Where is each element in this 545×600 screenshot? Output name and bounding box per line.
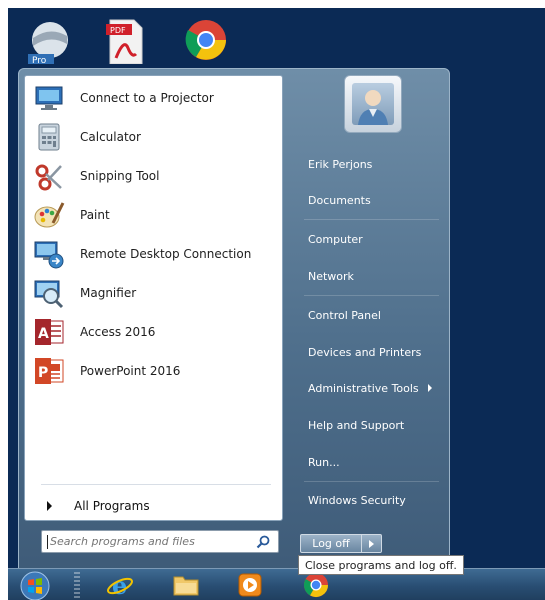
search-icon[interactable] [256, 535, 270, 549]
program-label: Magnifier [80, 286, 137, 300]
chrome-desktop-icon[interactable] [184, 18, 228, 64]
program-label: PowerPoint 2016 [80, 364, 181, 378]
program-access-2016[interactable]: A Access 2016 [29, 314, 277, 350]
svg-text:A: A [38, 326, 49, 342]
windows-security-label: Windows Security [308, 493, 406, 507]
search-input[interactable] [50, 535, 240, 548]
svg-text:e: e [112, 572, 127, 598]
all-programs-divider [41, 484, 271, 485]
start-button[interactable] [20, 571, 50, 600]
program-label: Connect to a Projector [80, 91, 214, 105]
scissors-icon [33, 160, 65, 192]
control-panel-link[interactable]: Control Panel [300, 302, 446, 328]
program-powerpoint-2016[interactable]: P PowerPoint 2016 [29, 353, 277, 389]
right-divider [304, 295, 439, 296]
chrome-taskbar-button[interactable] [300, 571, 332, 599]
chevron-right-icon [369, 539, 374, 548]
right-divider [304, 219, 439, 220]
avatar [352, 83, 394, 125]
computer-label: Computer [308, 232, 363, 246]
powerpoint-icon: P [33, 355, 65, 387]
programs-pane: Connect to a Projector Calculator Snippi… [24, 75, 283, 521]
screen: Pro PDF Connect to a Projector Calculato… [0, 0, 545, 600]
tooltip-text: Close programs and log off. [305, 558, 457, 572]
folder-icon [173, 576, 199, 596]
network-link[interactable]: Network [300, 263, 446, 289]
program-remote-desktop[interactable]: Remote Desktop Connection [29, 236, 277, 272]
access-icon: A [33, 316, 65, 348]
run-label: Run... [308, 455, 340, 469]
program-connect-projector[interactable]: Connect to a Projector [29, 80, 277, 116]
log-off-tooltip: Close programs and log off. [298, 555, 464, 575]
chevron-right-icon [427, 384, 432, 392]
program-label: Snipping Tool [80, 169, 160, 183]
right-divider [304, 481, 439, 482]
pdf-label: PDF [110, 26, 126, 35]
magnifier-icon [33, 277, 65, 309]
chrome-icon [303, 573, 328, 598]
program-snipping-tool[interactable]: Snipping Tool [29, 158, 277, 194]
all-programs-label: All Programs [74, 499, 150, 513]
internet-explorer-icon: e [107, 572, 133, 598]
program-label: Calculator [80, 130, 141, 144]
program-calculator[interactable]: Calculator [29, 119, 277, 155]
remote-desktop-icon [33, 238, 65, 270]
windows-logo-icon [20, 571, 50, 600]
program-label: Remote Desktop Connection [80, 247, 252, 261]
file-explorer-button[interactable] [170, 571, 202, 599]
user-name-link[interactable]: Erik Perjons [300, 151, 446, 177]
media-player-button[interactable] [234, 571, 266, 599]
administrative-tools-label: Administrative Tools [308, 381, 419, 395]
text-cursor [47, 534, 48, 549]
devices-printers-label: Devices and Printers [308, 345, 422, 359]
triangle-right-icon [47, 501, 52, 511]
internet-explorer-button[interactable]: e [104, 571, 136, 599]
user-silhouette-icon [358, 90, 388, 125]
documents-link[interactable]: Documents [300, 187, 446, 213]
control-panel-label: Control Panel [308, 308, 381, 322]
google-earth-pro-icon[interactable]: Pro [28, 18, 72, 66]
calculator-icon [33, 121, 65, 153]
projector-icon [33, 82, 65, 114]
user-name-label: Erik Perjons [308, 157, 373, 171]
log-off-label: Log off [312, 537, 350, 550]
desktop: Pro PDF Connect to a Projector Calculato… [8, 8, 545, 600]
help-support-label: Help and Support [308, 418, 405, 432]
log-off-group: Log off [300, 534, 382, 553]
log-off-button[interactable]: Log off [300, 534, 362, 553]
run-link[interactable]: Run... [300, 449, 446, 475]
shutdown-options-button[interactable] [362, 534, 382, 553]
start-menu: Connect to a Projector Calculator Snippi… [18, 68, 450, 576]
administrative-tools-link[interactable]: Administrative Tools [300, 375, 446, 401]
network-label: Network [308, 269, 354, 283]
all-programs-button[interactable]: All Programs [37, 494, 269, 518]
taskbar: e [8, 568, 545, 600]
program-label: Access 2016 [80, 325, 156, 339]
search-box[interactable] [41, 530, 279, 553]
program-magnifier[interactable]: Magnifier [29, 275, 277, 311]
user-picture[interactable] [344, 75, 402, 133]
program-label: Paint [80, 208, 110, 222]
svg-text:P: P [38, 365, 48, 381]
devices-printers-link[interactable]: Devices and Printers [300, 339, 446, 365]
computer-link[interactable]: Computer [300, 226, 446, 252]
help-support-link[interactable]: Help and Support [300, 412, 446, 438]
earth-pro-label: Pro [32, 56, 47, 64]
pdf-file-icon[interactable]: PDF [104, 18, 148, 65]
documents-label: Documents [308, 193, 371, 207]
program-paint[interactable]: Paint [29, 197, 277, 233]
taskbar-grip[interactable] [74, 572, 80, 598]
paint-palette-icon [33, 199, 65, 231]
windows-security-link[interactable]: Windows Security [300, 487, 446, 513]
media-player-icon [238, 573, 262, 597]
